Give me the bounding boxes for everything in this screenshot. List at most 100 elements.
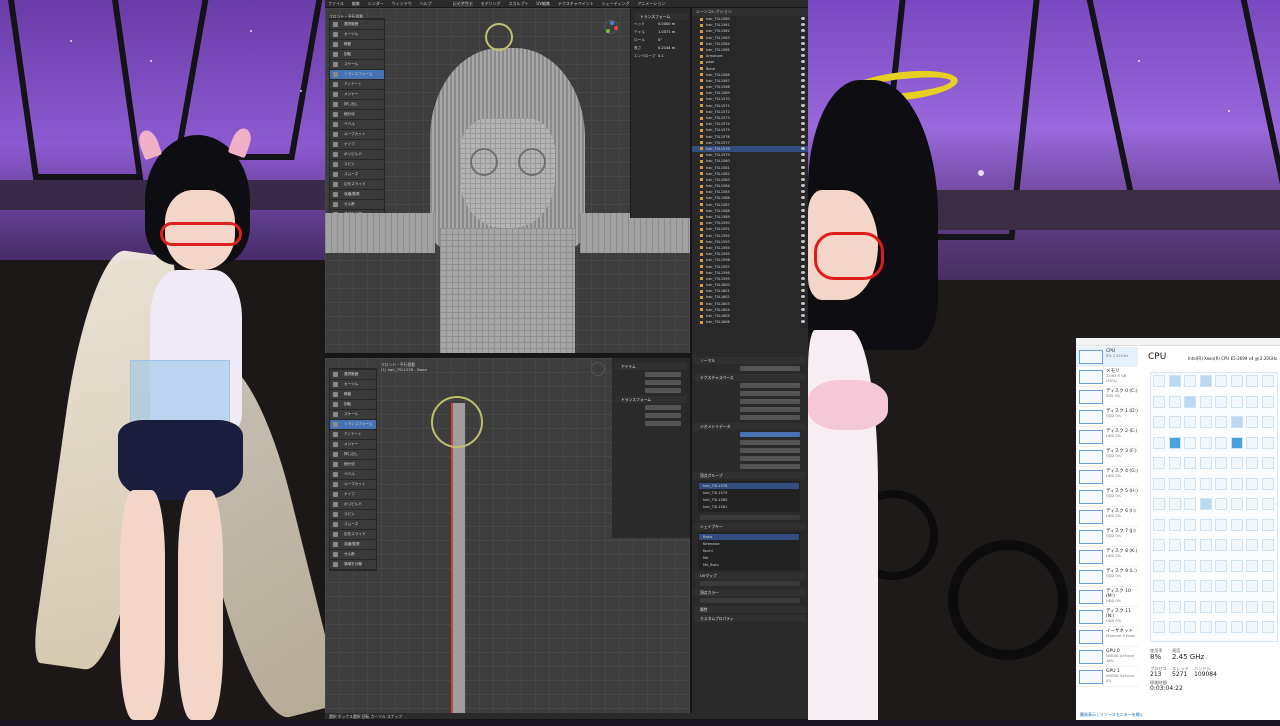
tool-button[interactable]: スムーズ — [330, 170, 384, 179]
item-tab[interactable]: アイテム — [615, 363, 687, 370]
vertex-colors-section[interactable]: 頂点カラー — [694, 589, 806, 596]
field-value[interactable]: 1.0571 m — [658, 29, 675, 36]
list-item[interactable]: Kuchi — [699, 548, 799, 554]
visibility-eye-icon[interactable] — [801, 190, 805, 194]
3d-cursor-gizmo[interactable] — [485, 23, 513, 51]
field-value[interactable]: 0.2144 m — [658, 45, 675, 52]
visibility-eye-icon[interactable] — [801, 85, 805, 89]
visibility-eye-icon[interactable] — [801, 47, 805, 51]
list-item[interactable]: hair_TSL1578 — [699, 483, 799, 489]
menu-render[interactable]: レンダー — [368, 1, 384, 7]
performance-item[interactable]: イーサネット Ethernet 0 Kbps — [1076, 627, 1138, 647]
list-item[interactable]: Basis — [699, 534, 799, 540]
visibility-eye-icon[interactable] — [801, 184, 805, 188]
tool-button[interactable]: 収縮/膨張 — [330, 540, 376, 549]
visibility-eye-icon[interactable] — [801, 134, 805, 138]
visibility-eye-icon[interactable] — [801, 221, 805, 225]
tool-button[interactable]: メジャー — [330, 90, 384, 99]
workspace-tab[interactable]: アニメーション — [637, 1, 665, 7]
tool-button[interactable]: 領域を分離 — [330, 560, 376, 569]
visibility-eye-icon[interactable] — [801, 307, 805, 311]
performance-item[interactable]: ディスク 8 (K:) HDD 0% — [1076, 547, 1138, 567]
visibility-eye-icon[interactable] — [801, 91, 805, 95]
visibility-eye-icon[interactable] — [801, 78, 805, 82]
tool-button[interactable]: スケール — [330, 60, 384, 69]
workspace-tab[interactable]: レイアウト — [452, 1, 473, 7]
visibility-eye-icon[interactable] — [801, 276, 805, 280]
visibility-eye-icon[interactable] — [801, 165, 805, 169]
list-item[interactable]: hair_TSL1579 — [699, 490, 799, 496]
list-item[interactable]: Kirenaise — [699, 541, 799, 547]
shape-keys-section[interactable]: シェイプキー — [694, 523, 806, 530]
visibility-eye-icon[interactable] — [801, 159, 805, 163]
tool-button[interactable]: 押し出し — [330, 100, 384, 109]
performance-item[interactable]: ディスク 2 (E:) HDD 0% — [1076, 427, 1138, 447]
field-value[interactable]: 0.0000 m — [658, 21, 675, 28]
visibility-eye-icon[interactable] — [801, 252, 805, 256]
uv-maps-section[interactable]: UVマップ — [694, 572, 806, 579]
workspace-tab[interactable]: シェーディング — [602, 1, 630, 7]
menu-file[interactable]: ファイル — [328, 1, 344, 7]
tool-button[interactable]: トランスフォーム — [330, 70, 384, 79]
visibility-eye-icon[interactable] — [801, 128, 805, 132]
visibility-eye-icon[interactable] — [801, 196, 805, 200]
tool-button[interactable]: 細分化 — [330, 110, 384, 119]
field-value[interactable]: 0° — [658, 37, 662, 44]
tool-button[interactable]: トランスフォーム — [330, 420, 376, 429]
tool-button[interactable]: ループカット — [330, 130, 384, 139]
tool-button[interactable]: 回転 — [330, 400, 376, 409]
performance-item[interactable]: ディスク 5 (H:) HDD 0% — [1076, 487, 1138, 507]
tool-button[interactable]: 移動 — [330, 40, 384, 49]
visibility-eye-icon[interactable] — [801, 60, 805, 64]
visibility-eye-icon[interactable] — [801, 245, 805, 249]
performance-item[interactable]: ディスク 1 (D:) HDD 0% — [1076, 407, 1138, 427]
menu-help[interactable]: ヘルプ — [420, 1, 432, 7]
performance-item[interactable]: ディスク 0 (C:) SSD 0% — [1076, 387, 1138, 407]
list-item[interactable]: hair_TSL1581 — [699, 504, 799, 510]
transform-section[interactable]: トランスフォーム — [615, 396, 687, 403]
visibility-eye-icon[interactable] — [801, 233, 805, 237]
upper-3d-viewport[interactable]: フロント・平行投影 (1) hair_TSL1578 - Bone 選択範囲カー… — [325, 8, 690, 353]
visibility-eye-icon[interactable] — [801, 140, 805, 144]
visibility-eye-icon[interactable] — [801, 301, 805, 305]
menu-window[interactable]: ウィンドウ — [392, 1, 412, 7]
visibility-eye-icon[interactable] — [801, 295, 805, 299]
visibility-eye-icon[interactable] — [801, 239, 805, 243]
transform-section[interactable]: トランスフォーム — [634, 13, 687, 20]
navigation-gizmo[interactable] — [604, 20, 618, 34]
visibility-eye-icon[interactable] — [801, 208, 805, 212]
visibility-eye-icon[interactable] — [801, 177, 805, 181]
visibility-eye-icon[interactable] — [801, 29, 805, 33]
visibility-eye-icon[interactable] — [801, 72, 805, 76]
visibility-eye-icon[interactable] — [801, 314, 805, 317]
performance-item[interactable]: GPU 1 NVIDIA GeForce 0% — [1076, 667, 1138, 687]
tool-button[interactable]: アノテート — [330, 430, 376, 439]
workspace-tab[interactable]: モデリング — [481, 1, 501, 7]
list-item[interactable]: Me — [699, 555, 799, 561]
performance-item[interactable]: ディスク 7 (J:) HDD 0% — [1076, 527, 1138, 547]
custom-properties-section[interactable]: カスタムプロパティ — [694, 615, 806, 622]
visibility-eye-icon[interactable] — [801, 35, 805, 39]
tool-button[interactable]: アノテート — [330, 80, 384, 89]
tool-button[interactable]: カーソル — [330, 30, 384, 39]
workspace-tab[interactable]: UV編集 — [536, 1, 550, 7]
visibility-eye-icon[interactable] — [801, 103, 805, 107]
tool-button[interactable]: 収縮/膨張 — [330, 190, 384, 199]
tool-button[interactable]: スピン — [330, 160, 384, 169]
tool-button[interactable]: カーソル — [330, 380, 376, 389]
tool-button[interactable]: ナイフ — [330, 140, 384, 149]
tool-button[interactable]: 移動 — [330, 390, 376, 399]
tool-button[interactable]: ループカット — [330, 480, 376, 489]
visibility-eye-icon[interactable] — [801, 153, 805, 157]
visibility-eye-icon[interactable] — [801, 17, 805, 20]
tool-button[interactable]: 回転 — [330, 50, 384, 59]
visibility-eye-icon[interactable] — [801, 215, 805, 218]
workspace-tab[interactable]: テクスチャペイント — [558, 1, 594, 7]
tool-button[interactable]: メジャー — [330, 440, 376, 449]
geometry-data-section[interactable]: ジオメトリデータ — [694, 423, 806, 430]
visibility-eye-icon[interactable] — [801, 122, 805, 126]
lower-3d-viewport[interactable]: フロント・平行投影 (1) hair_TSL1578 - Bone 選択範囲 カー… — [325, 358, 690, 713]
tool-button[interactable]: せん断 — [330, 550, 376, 559]
performance-item[interactable]: ディスク 10 (M:) HDD 0% — [1076, 587, 1138, 607]
visibility-eye-icon[interactable] — [801, 202, 805, 206]
